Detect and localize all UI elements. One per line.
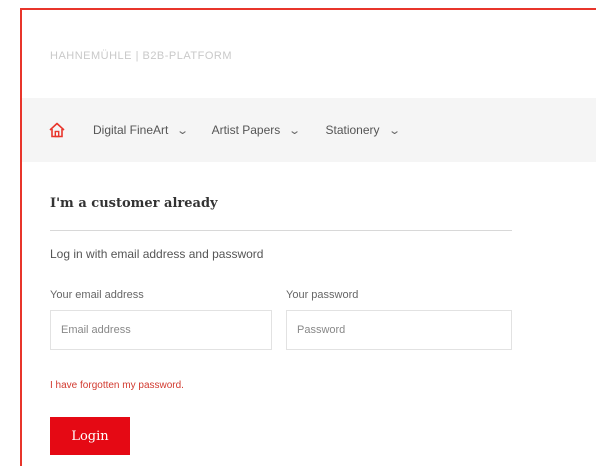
login-intro-text: Log in with email address and password [50, 247, 264, 261]
home-icon[interactable] [47, 120, 67, 140]
nav-item-stationery[interactable]: Stationery ⌄ [325, 123, 401, 137]
brand-logo-text[interactable]: HAHNEMÜHLE | B2B-PLATFORM [50, 50, 232, 62]
password-label: Your password [286, 289, 359, 301]
forgot-password-link[interactable]: I have forgotten my password. [50, 380, 184, 391]
email-label: Your email address [50, 289, 144, 301]
login-heading: I'm a customer already [50, 196, 218, 211]
nav-item-label: Artist Papers [211, 123, 281, 137]
login-button[interactable]: Login [50, 417, 130, 455]
chevron-down-icon: ⌄ [288, 124, 302, 137]
heading-divider [50, 230, 512, 231]
nav-item-label: Digital FineArt [93, 123, 169, 137]
nav-item-artist-papers[interactable]: Artist Papers ⌄ [211, 123, 302, 137]
email-field[interactable] [50, 310, 272, 350]
page-frame: HAHNEMÜHLE | B2B-PLATFORM Digital FineAr… [20, 8, 596, 466]
chevron-down-icon: ⌄ [176, 124, 190, 137]
main-navigation: Digital FineArt ⌄ Artist Papers ⌄ Statio… [22, 98, 596, 162]
chevron-down-icon: ⌄ [387, 124, 401, 137]
nav-item-digital-fineart[interactable]: Digital FineArt ⌄ [93, 123, 190, 137]
password-field[interactable] [286, 310, 512, 350]
nav-item-label: Stationery [325, 123, 380, 137]
